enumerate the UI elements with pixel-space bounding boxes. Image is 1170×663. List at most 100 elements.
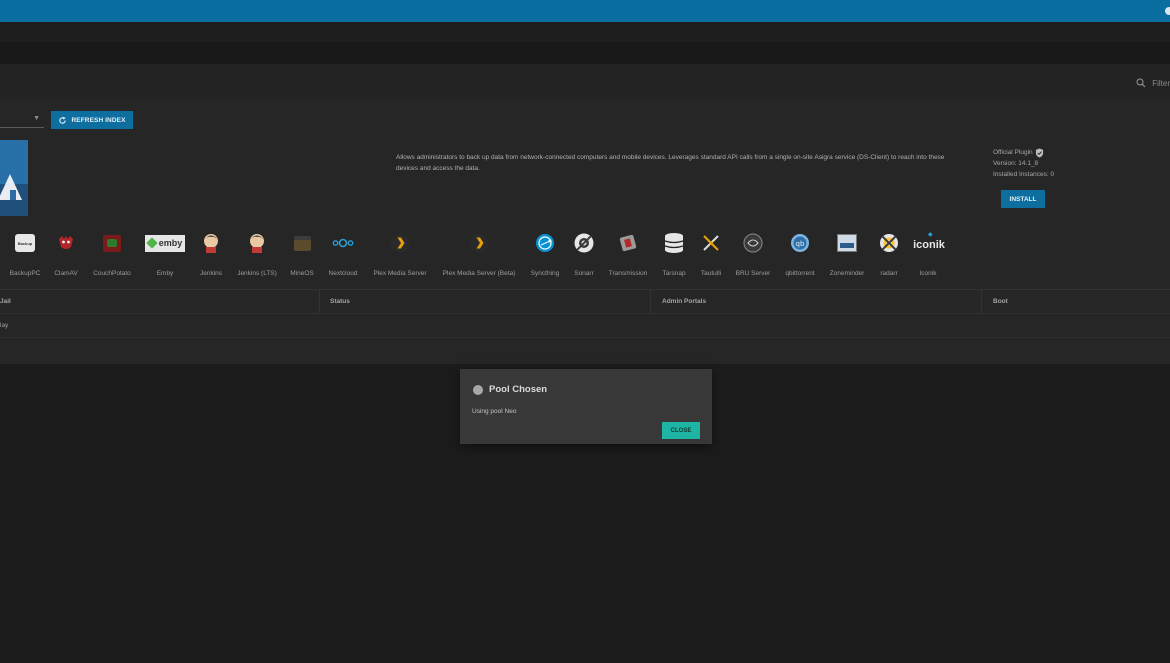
plugins-header: Filter — [0, 64, 1170, 100]
plugin-label: Zoneminder — [829, 270, 865, 277]
installed-instances: Installed Instances: 0 — [993, 171, 1055, 178]
notification-dot[interactable] — [1165, 7, 1170, 15]
plugin-bru-server[interactable]: BRU Server — [732, 228, 774, 284]
sonarr-icon — [574, 233, 594, 253]
plugin-label: Plex Media Server (Beta) — [442, 270, 516, 277]
refresh-index-label: REFRESH INDEX — [71, 116, 126, 124]
plugin-label: Jenkins (LTS) — [237, 270, 277, 277]
plugin-label: Sonarr — [574, 270, 594, 277]
mineos-icon — [293, 235, 311, 251]
plugin-label: qbittorrent — [785, 270, 815, 277]
refresh-icon — [59, 116, 67, 124]
column-jail[interactable]: Jail — [0, 298, 11, 305]
info-icon — [473, 384, 483, 395]
close-button[interactable]: CLOSE — [662, 422, 700, 439]
refresh-index-button[interactable]: REFRESH INDEX — [51, 111, 133, 129]
plugin-mineos[interactable]: MineOS — [286, 228, 318, 284]
plugin-label: BackupPC — [9, 270, 41, 277]
plugin-label: MineOS — [290, 270, 314, 277]
shield-check-icon — [1035, 148, 1043, 157]
plugin-label: Tarsnap — [662, 270, 686, 277]
dialog-title: Pool Chosen — [473, 384, 547, 395]
page-subheader — [0, 42, 1170, 64]
iconik-icon: ◆ iconik — [913, 232, 945, 251]
plugin-description: Allows administrators to back up data fr… — [396, 154, 945, 172]
plugin-label: ClamAV — [54, 270, 78, 277]
plugin-clamav[interactable]: ClamAV — [48, 228, 84, 284]
plugin-tarsnap[interactable]: Tarsnap — [658, 228, 690, 284]
plugin-label: CouchPotato — [93, 270, 131, 277]
plugin-transmission[interactable]: Transmission — [604, 228, 652, 284]
plugin-iconik[interactable]: ◆ iconik Iconik — [908, 228, 948, 284]
syncthing-icon — [536, 234, 554, 252]
install-button[interactable]: INSTALL — [1001, 190, 1045, 208]
plugin-label: Plex Media Server — [373, 270, 427, 277]
tarsnap-icon — [664, 233, 684, 253]
dialog-message: Using pool Neo — [472, 408, 517, 415]
plex-beta-icon — [469, 233, 489, 253]
column-divider — [650, 290, 651, 314]
plugin-label: Tautulli — [700, 270, 722, 277]
plugin-label: Transmission — [608, 270, 648, 277]
plugin-label: Iconik — [919, 270, 937, 277]
asigra-logo — [0, 140, 28, 216]
chevron-down-icon: ▼ — [33, 115, 40, 122]
qbittorrent-icon: qb — [791, 234, 809, 252]
plugin-plex-beta[interactable]: Plex Media Server (Beta) — [436, 228, 522, 284]
table-row: lay — [0, 313, 1170, 338]
plugin-backuppc[interactable]: Backup BackupPC — [6, 228, 44, 284]
plugin-label: BRU Server — [735, 270, 771, 277]
clamav-icon — [59, 236, 73, 249]
backuppc-logo-text: Backup — [17, 240, 33, 246]
plugin-emby[interactable]: emby Emby — [144, 228, 186, 284]
plugin-zoneminder[interactable]: Zoneminder — [826, 228, 868, 284]
repository-select[interactable]: ▼ — [0, 112, 44, 128]
plugin-label: Nextcloud — [328, 270, 358, 277]
iconik-logo-text: iconik — [913, 239, 945, 251]
zoneminder-icon — [837, 234, 857, 252]
column-status[interactable]: Status — [330, 298, 350, 305]
bru-server-icon — [743, 233, 763, 253]
top-toolbar — [0, 0, 1170, 22]
jails-table-header: Jail Status Admin Portals Boot — [0, 289, 1170, 314]
plugin-jenkins[interactable]: Jenkins — [192, 228, 230, 284]
couchpotato-icon — [103, 234, 121, 252]
plugin-meta: Official Plugin Version: 14.1_8 Installe… — [993, 147, 1054, 180]
emby-logo-text: emby — [158, 238, 183, 248]
svg-text:qb: qb — [796, 240, 805, 248]
column-divider — [981, 290, 982, 314]
filter-placeholder: Filter — [1152, 78, 1170, 88]
table-cell: lay — [0, 322, 9, 329]
transmission-icon — [619, 234, 637, 252]
plugin-qbittorrent[interactable]: qb qbittorrent — [778, 228, 822, 284]
column-boot[interactable]: Boot — [993, 298, 1008, 305]
plugin-syncthing[interactable]: Syncthing — [526, 228, 564, 284]
plugin-tautulli[interactable]: Tautulli — [694, 228, 728, 284]
plugin-label: radarr — [880, 270, 898, 277]
plugin-label: Syncthing — [530, 270, 560, 277]
plugin-plex[interactable]: Plex Media Server — [368, 228, 432, 284]
filter-field[interactable]: Filter — [1136, 76, 1170, 90]
column-admin-portals[interactable]: Admin Portals — [662, 298, 706, 305]
jenkins-icon — [204, 234, 218, 253]
plugin-jenkins-lts[interactable]: Jenkins (LTS) — [234, 228, 280, 284]
jenkins-lts-icon — [250, 234, 264, 253]
search-icon — [1136, 78, 1146, 88]
column-divider — [319, 290, 320, 314]
plugin-radarr[interactable]: radarr — [874, 228, 904, 284]
tautulli-icon — [703, 235, 719, 251]
radarr-icon — [880, 234, 898, 252]
pool-chosen-dialog: Pool Chosen Using pool Neo CLOSE — [460, 369, 712, 444]
breadcrumb-bar — [0, 22, 1170, 42]
plugin-sonarr[interactable]: Sonarr — [568, 228, 600, 284]
plugin-nextcloud[interactable]: Nextcloud — [324, 228, 362, 284]
plugin-list: Backup BackupPC ClamAV CouchPotato emby — [0, 228, 1170, 284]
plugin-label: Jenkins — [199, 270, 223, 277]
plugin-couchpotato[interactable]: CouchPotato — [88, 228, 136, 284]
backuppc-icon: Backup — [15, 234, 35, 252]
plex-icon — [390, 233, 410, 253]
emby-icon: emby — [145, 234, 185, 252]
official-plugin-label: Official Plugin — [993, 147, 1054, 158]
plugin-label: Emby — [156, 270, 174, 277]
plugin-version: Version: 14.1_8 — [993, 160, 1039, 167]
